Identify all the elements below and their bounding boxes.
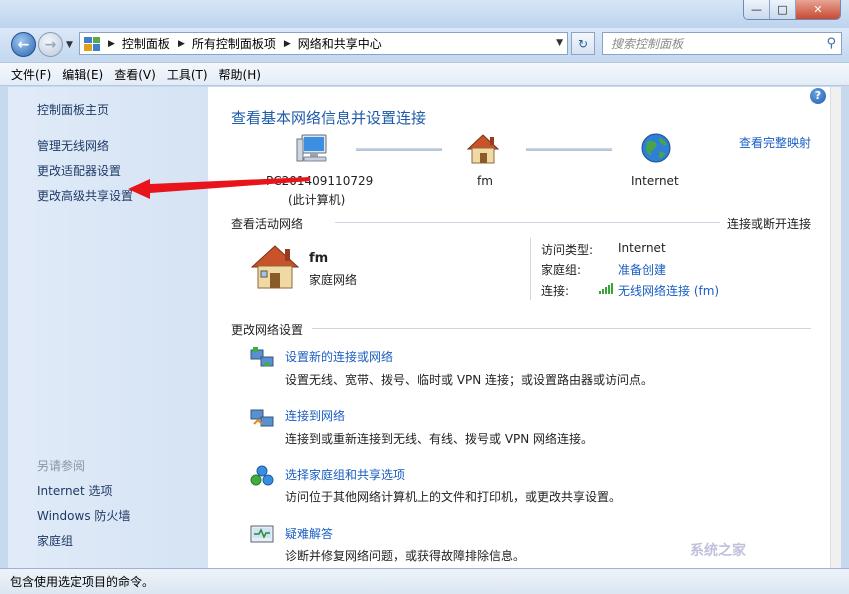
divider xyxy=(335,222,720,223)
navigation-bar: ← → ▼ ▶ 控制面板 ▶ 所有控制面板项 ▶ 网络和共享中心 ▼ ↻ ⚲ xyxy=(0,28,849,60)
breadcrumb-all-items[interactable]: 所有控制面板项 xyxy=(192,35,276,52)
status-bar: 包含使用选定项目的命令。 xyxy=(0,568,849,594)
homegroup-sharing-link[interactable]: 选择家庭组和共享选项 xyxy=(285,466,405,483)
connect-network-icon xyxy=(250,409,274,427)
see-also-internet-options[interactable]: Internet 选项 xyxy=(37,482,112,499)
sidebar-item-manage-wireless[interactable]: 管理无线网络 xyxy=(37,137,109,154)
divider xyxy=(530,238,531,300)
maximize-button[interactable]: □ xyxy=(770,0,796,19)
access-type-value: Internet xyxy=(618,241,666,255)
see-also-heading: 另请参阅 xyxy=(37,459,86,473)
homegroup-sharing-desc: 访问位于其他网络计算机上的文件和打印机，或更改共享设置。 xyxy=(285,490,622,504)
connect-to-network-link[interactable]: 连接到网络 xyxy=(285,407,345,424)
homegroup-label: 家庭组: xyxy=(541,263,582,277)
homegroup-link[interactable]: 准备创建 xyxy=(618,261,666,278)
wireless-connection-link[interactable]: 无线网络连接 (fm) xyxy=(618,282,719,299)
active-networks-heading: 查看活动网络 xyxy=(231,217,304,231)
home-network-large-icon xyxy=(250,245,300,289)
sidebar: 控制面板主页 管理无线网络 更改适配器设置 更改高级共享设置 另请参阅 Inte… xyxy=(8,87,208,568)
change-settings-heading: 更改网络设置 xyxy=(231,323,304,337)
vertical-scrollbar[interactable] xyxy=(830,87,841,568)
breadcrumb-separator[interactable]: ▶ xyxy=(284,39,291,49)
menu-edit[interactable]: 编辑(E) xyxy=(62,66,103,83)
watermark-logo: 系统之家 xyxy=(690,543,746,559)
troubleshoot-icon xyxy=(250,525,274,543)
home-network-icon xyxy=(466,134,500,164)
red-annotation-arrow xyxy=(128,177,310,199)
refresh-button[interactable]: ↻ xyxy=(571,32,595,55)
menu-help[interactable]: 帮助(H) xyxy=(219,66,261,83)
breadcrumb-network-center[interactable]: 网络和共享中心 xyxy=(298,35,382,52)
status-text: 包含使用选定项目的命令。 xyxy=(10,575,155,589)
sidebar-item-adapter-settings[interactable]: 更改适配器设置 xyxy=(37,162,121,179)
connect-disconnect-link[interactable]: 连接或断开连接 xyxy=(727,215,811,232)
internet-label[interactable]: Internet xyxy=(631,174,679,188)
minimize-button[interactable]: — xyxy=(744,0,770,19)
active-network-name: fm xyxy=(309,251,329,266)
connection-label: 连接: xyxy=(541,284,570,298)
page-title: 查看基本网络信息并设置连接 xyxy=(231,109,427,127)
close-button[interactable]: ✕ xyxy=(796,0,840,19)
menu-bar: 文件(F) 编辑(E) 查看(V) 工具(T) 帮助(H) xyxy=(0,62,849,86)
sidebar-item-advanced-sharing[interactable]: 更改高级共享设置 xyxy=(37,187,133,204)
network-name-label[interactable]: fm xyxy=(477,174,493,188)
breadcrumb-control-panel[interactable]: 控制面板 xyxy=(122,35,170,52)
sidebar-item-control-panel-home[interactable]: 控制面板主页 xyxy=(37,101,109,118)
troubleshoot-link[interactable]: 疑难解答 xyxy=(285,525,333,542)
forward-button[interactable]: → xyxy=(38,32,63,57)
see-also-homegroup[interactable]: 家庭组 xyxy=(37,532,73,549)
search-box: ⚲ xyxy=(602,32,842,55)
menu-tools[interactable]: 工具(T) xyxy=(167,66,208,83)
menu-file[interactable]: 文件(F) xyxy=(11,66,51,83)
control-panel-icon xyxy=(84,36,100,51)
connection-line xyxy=(526,148,612,151)
setup-new-connection-desc: 设置无线、宽带、拨号、临时或 VPN 连接；或设置路由器或访问点。 xyxy=(285,373,654,387)
full-map-link[interactable]: 查看完整映射 xyxy=(739,134,811,151)
recent-pages-dropdown[interactable]: ▼ xyxy=(66,40,73,50)
title-bar: — □ ✕ xyxy=(0,0,849,28)
divider xyxy=(312,328,811,329)
address-dropdown[interactable]: ▼ xyxy=(556,38,563,48)
menu-view[interactable]: 查看(V) xyxy=(114,66,156,83)
address-bar[interactable]: ▶ 控制面板 ▶ 所有控制面板项 ▶ 网络和共享中心 ▼ xyxy=(79,32,568,55)
connection-line xyxy=(356,148,442,151)
breadcrumb-separator[interactable]: ▶ xyxy=(108,39,115,49)
internet-globe-icon xyxy=(641,133,671,163)
window-controls: — □ ✕ xyxy=(743,0,841,20)
search-input[interactable] xyxy=(611,36,811,51)
search-icon[interactable]: ⚲ xyxy=(826,36,836,51)
network-type-link[interactable]: 家庭网络 xyxy=(309,271,357,288)
new-connection-icon xyxy=(250,347,274,367)
signal-strength-icon xyxy=(599,283,613,294)
see-also-windows-firewall[interactable]: Windows 防火墙 xyxy=(37,507,130,524)
help-icon[interactable]: ? xyxy=(810,88,826,104)
computer-icon xyxy=(296,134,327,162)
setup-new-connection-link[interactable]: 设置新的连接或网络 xyxy=(285,348,393,365)
troubleshoot-desc: 诊断并修复网络问题，或获得故障排除信息。 xyxy=(285,549,526,563)
back-button[interactable]: ← xyxy=(11,32,36,57)
breadcrumb-separator[interactable]: ▶ xyxy=(178,39,185,49)
homegroup-sharing-icon xyxy=(250,465,274,486)
connect-to-network-desc: 连接到或重新连接到无线、有线、拨号或 VPN 网络连接。 xyxy=(285,432,594,446)
access-type-label: 访问类型: xyxy=(541,243,594,257)
